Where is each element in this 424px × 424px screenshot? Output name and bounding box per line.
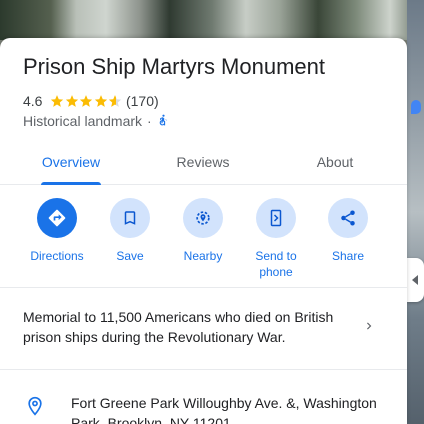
wheelchair-accessible-icon [157, 113, 170, 130]
category-label[interactable]: Historical landmark [23, 113, 142, 129]
share-label: Share [331, 249, 365, 263]
rating-value: 4.6 [23, 93, 43, 109]
star-icon [50, 94, 64, 108]
nearby-icon [183, 198, 223, 238]
action-buttons: Directions Save Nearby Send to phone Sha… [0, 198, 407, 284]
separator: · [147, 113, 152, 129]
share-button[interactable]: Share [311, 198, 385, 264]
send-to-phone-label: Send to phone [255, 249, 297, 279]
address-text: Fort Greene Park Willoughby Ave. &, Wash… [71, 395, 377, 424]
place-tabs: Overview Reviews About [0, 140, 407, 185]
place-panel: Prison Ship Martyrs Monument 4.6 (170) H… [0, 38, 407, 424]
map-pin-icon[interactable] [411, 100, 421, 114]
save-button[interactable]: Save [93, 198, 167, 264]
half-star-icon [108, 94, 122, 108]
collapse-panel-button[interactable] [407, 258, 424, 302]
place-title: Prison Ship Martyrs Monument [23, 54, 325, 79]
directions-icon [37, 198, 77, 238]
nearby-button[interactable]: Nearby [166, 198, 240, 264]
caret-left-icon [412, 275, 418, 285]
bookmark-icon [110, 198, 150, 238]
star-icon [94, 94, 108, 108]
place-photo[interactable] [0, 0, 424, 40]
directions-button[interactable]: Directions [20, 198, 94, 264]
location-pin-icon [25, 395, 45, 422]
star-icon [79, 94, 93, 108]
rating-stars [50, 94, 123, 108]
divider [0, 369, 407, 370]
tab-label: Reviews [176, 154, 230, 170]
chevron-right-icon [362, 319, 376, 338]
category-row: Historical landmark · [23, 112, 170, 130]
active-tab-indicator [41, 182, 101, 185]
share-icon [328, 198, 368, 238]
send-to-phone-icon [256, 198, 296, 238]
tab-reviews[interactable]: Reviews [153, 140, 253, 184]
map-view[interactable] [407, 0, 424, 424]
tab-about[interactable]: About [285, 140, 385, 184]
star-icon [65, 94, 79, 108]
nearby-label: Nearby [183, 249, 223, 263]
address-row[interactable]: Fort Greene Park Willoughby Ave. &, Wash… [0, 383, 407, 424]
save-label: Save [116, 249, 144, 263]
send-to-phone-button[interactable]: Send to phone [239, 198, 313, 280]
tab-overview[interactable]: Overview [21, 140, 121, 185]
tab-label: About [316, 154, 354, 170]
rating-row[interactable]: 4.6 (170) [23, 92, 159, 110]
review-count[interactable]: (170) [126, 93, 159, 109]
divider [0, 287, 407, 288]
place-description: Memorial to 11,500 Americans who died on… [23, 309, 334, 345]
directions-label: Directions [30, 249, 84, 263]
tab-label: Overview [41, 154, 101, 170]
description-row[interactable]: Memorial to 11,500 Americans who died on… [0, 289, 407, 371]
